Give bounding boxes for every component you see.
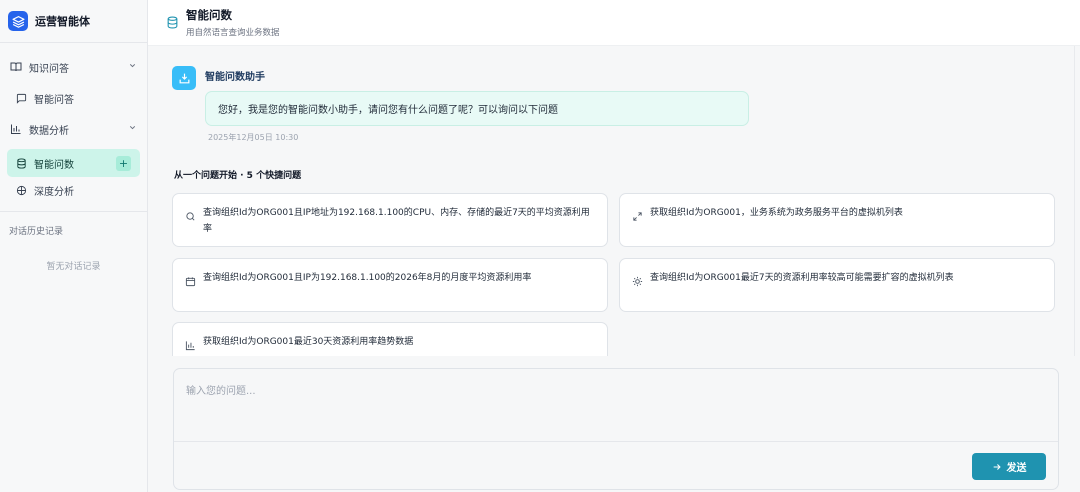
quick-question-text: 查询组织Id为ORG001且IP地址为192.168.1.100的CPU、内存、… (203, 208, 590, 234)
layers-logo-icon (8, 11, 28, 31)
quick-question-text: 查询组织Id为ORG001最近7天的资源利用率较高可能需要扩容的虚拟机列表 (650, 273, 954, 283)
chat-area[interactable]: 智能问数助手 您好，我是您的智能问数小助手，请问您有什么问题了呢？可以询问以下问… (148, 46, 1080, 356)
quick-question-card[interactable]: 获取组织Id为ORG001最近30天资源利用率趋势数据 (172, 322, 608, 356)
sidebar: 运营智能体 知识问答 智能问答 数据分析 智能问数 + 深度分析 对话历史记录 … (0, 0, 148, 492)
quick-question-card[interactable]: 查询组织Id为ORG001且IP为192.168.1.100的2026年8月的月… (172, 258, 608, 312)
history-title: 对话历史记录 (9, 227, 64, 237)
assistant-name: 智能问数助手 (205, 72, 265, 83)
page-subtitle: 用自然语言查询业务数据 (186, 28, 280, 38)
brand[interactable]: 运营智能体 (0, 0, 147, 42)
page-header: 智能问数 用自然语言查询业务数据 (148, 0, 1080, 46)
chevron-down-icon (128, 123, 137, 135)
sun-icon (632, 270, 644, 311)
database-icon (166, 16, 180, 30)
history-empty-text: 暂无对话记录 (46, 262, 101, 272)
chat-scrollbar[interactable] (1074, 46, 1080, 356)
chevron-down-icon (128, 61, 137, 73)
nav-group-data-analysis[interactable]: 数据分析 (0, 114, 147, 144)
crosshair-icon (16, 185, 29, 196)
question-input[interactable] (174, 369, 1058, 441)
new-chat-button[interactable]: + (116, 155, 131, 171)
composer-divider (174, 441, 1058, 442)
sidebar-item-label: 智能问答 (34, 94, 74, 106)
assistant-avatar (172, 66, 196, 90)
sidebar-item-smart-data-query[interactable]: 智能问数 + (7, 149, 140, 177)
sidebar-item-label: 智能问数 (34, 159, 74, 171)
search-icon (185, 205, 197, 246)
bar-chart-icon (185, 334, 197, 356)
sidebar-item-smart-qa[interactable]: 智能问答 (7, 85, 140, 111)
quick-questions-title: 从一个问题开始 · 5 个快捷问题 (174, 171, 302, 181)
composer: 发送 (148, 356, 1080, 492)
sidebar-item-deep-analysis[interactable]: 深度分析 (7, 177, 140, 203)
quick-question-card[interactable]: 获取组织Id为ORG001，业务系统为政务服务平台的虚拟机列表 (619, 193, 1055, 247)
page-title: 智能问数 (186, 8, 232, 22)
calendar-icon (185, 270, 197, 311)
nav-group-knowledge-qa[interactable]: 知识问答 (0, 52, 147, 82)
sidebar-item-label: 深度分析 (34, 186, 74, 198)
message-icon (16, 93, 29, 104)
book-icon (10, 61, 24, 73)
quick-question-text: 查询组织Id为ORG001且IP为192.168.1.100的2026年8月的月… (203, 273, 532, 283)
assistant-message: 您好，我是您的智能问数小助手，请问您有什么问题了呢？可以询问以下问题 (205, 91, 749, 126)
quick-question-text: 获取组织Id为ORG001，业务系统为政务服务平台的虚拟机列表 (650, 208, 903, 218)
arrow-right-icon (992, 462, 1002, 472)
app-title: 运营智能体 (35, 15, 90, 28)
bot-icon (179, 73, 189, 83)
composer-box: 发送 (173, 368, 1059, 490)
send-label: 发送 (1006, 463, 1027, 474)
quick-question-card[interactable]: 查询组织Id为ORG001且IP地址为192.168.1.100的CPU、内存、… (172, 193, 608, 247)
bar-chart-icon (10, 123, 24, 135)
expand-arrows-icon (632, 205, 644, 246)
quick-question-card[interactable]: 查询组织Id为ORG001最近7天的资源利用率较高可能需要扩容的虚拟机列表 (619, 258, 1055, 312)
nav-group-label: 知识问答 (29, 63, 69, 75)
nav-group-label: 数据分析 (29, 125, 69, 137)
quick-question-text: 获取组织Id为ORG001最近30天资源利用率趋势数据 (203, 337, 414, 347)
message-timestamp: 2025年12月05日 10:30 (208, 133, 299, 142)
send-button[interactable]: 发送 (972, 453, 1046, 480)
message-text: 您好，我是您的智能问数小助手，请问您有什么问题了呢？可以询问以下问题 (218, 105, 558, 116)
database-icon (16, 157, 29, 169)
